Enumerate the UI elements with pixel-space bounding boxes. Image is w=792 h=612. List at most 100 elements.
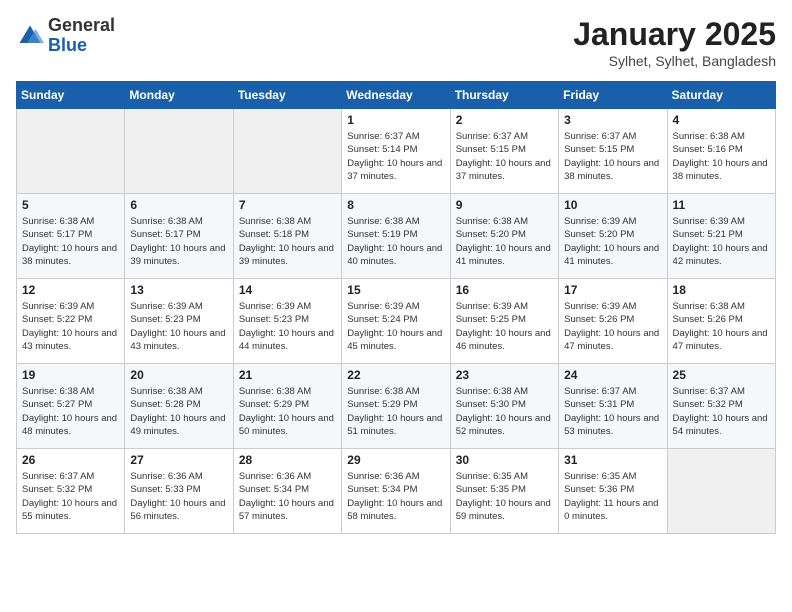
day-info: Sunrise: 6:37 AMSunset: 5:15 PMDaylight:… (564, 130, 661, 183)
location: Sylhet, Sylhet, Bangladesh (573, 53, 776, 69)
table-cell: 26Sunrise: 6:37 AMSunset: 5:32 PMDayligh… (17, 449, 125, 534)
calendar-table: Sunday Monday Tuesday Wednesday Thursday… (16, 81, 776, 534)
logo-blue: Blue (48, 35, 87, 55)
table-cell: 23 Sunrise: 6:38 AMSunset: 5:30 PMDayligh… (450, 364, 558, 449)
day-number: 4 (673, 113, 770, 127)
table-cell (17, 109, 125, 194)
logo-icon (16, 22, 44, 50)
day-number: 5 (22, 198, 119, 212)
day-info: Sunrise: 6:39 AMSunset: 5:20 PMDaylight:… (564, 215, 661, 268)
header-friday: Friday (559, 82, 667, 109)
header-saturday: Saturday (667, 82, 775, 109)
logo: General Blue (16, 16, 115, 56)
day-info: Sunrise: 6:39 AMSunset: 5:21 PMDaylight:… (673, 215, 770, 268)
table-cell: 17 Sunrise: 6:39 AMSunset: 5:26 PMDayligh… (559, 279, 667, 364)
day-info: Sunrise: 6:38 AMSunset: 5:26 PMDaylight:… (673, 300, 770, 353)
table-cell: 31Sunrise: 6:35 AMSunset: 5:36 PMDayligh… (559, 449, 667, 534)
day-info: Sunrise: 6:36 AMSunset: 5:33 PMDaylight:… (130, 470, 227, 523)
day-number: 30 (456, 453, 553, 467)
calendar-body: 1Sunrise: 6:37 AMSunset: 5:14 PMDaylight… (17, 109, 776, 534)
day-number: 18 (673, 283, 770, 297)
day-info: Sunrise: 6:35 AMSunset: 5:36 PMDaylight:… (564, 470, 661, 523)
day-info: Sunrise: 6:39 AMSunset: 5:24 PMDaylight:… (347, 300, 444, 353)
day-info: Sunrise: 6:39 AMSunset: 5:26 PMDaylight:… (564, 300, 661, 353)
day-number: 22 (347, 368, 444, 382)
day-number: 15 (347, 283, 444, 297)
title-block: January 2025 Sylhet, Sylhet, Bangladesh (573, 16, 776, 69)
header-wednesday: Wednesday (342, 82, 450, 109)
table-cell: 12 Sunrise: 6:39 AMSunset: 5:22 PMDayligh… (17, 279, 125, 364)
day-number: 24 (564, 368, 661, 382)
day-number: 28 (239, 453, 336, 467)
calendar-header: Sunday Monday Tuesday Wednesday Thursday… (17, 82, 776, 109)
day-info: Sunrise: 6:38 AMSunset: 5:30 PMDaylight:… (456, 385, 553, 438)
day-info: Sunrise: 6:38 AMSunset: 5:29 PMDaylight:… (239, 385, 336, 438)
day-info: Sunrise: 6:38 AMSunset: 5:27 PMDaylight:… (22, 385, 119, 438)
day-number: 2 (456, 113, 553, 127)
table-cell (667, 449, 775, 534)
day-number: 6 (130, 198, 227, 212)
table-cell (125, 109, 233, 194)
day-number: 13 (130, 283, 227, 297)
day-number: 20 (130, 368, 227, 382)
table-cell: 28 Sunrise: 6:36 AMSunset: 5:34 PMDayligh… (233, 449, 341, 534)
table-cell: 7 Sunrise: 6:38 AMSunset: 5:18 PMDaylight… (233, 194, 341, 279)
table-cell: 6Sunrise: 6:38 AMSunset: 5:17 PMDaylight… (125, 194, 233, 279)
table-cell: 30Sunrise: 6:35 AMSunset: 5:35 PMDayligh… (450, 449, 558, 534)
page-header: General Blue January 2025 Sylhet, Sylhet… (16, 16, 776, 69)
table-cell: 8Sunrise: 6:38 AMSunset: 5:19 PMDaylight… (342, 194, 450, 279)
day-number: 16 (456, 283, 553, 297)
day-info: Sunrise: 6:36 AMSunset: 5:34 PMDaylight:… (239, 470, 336, 523)
logo-general: General (48, 15, 115, 35)
table-cell (233, 109, 341, 194)
day-info: Sunrise: 6:37 AMSunset: 5:32 PMDaylight:… (673, 385, 770, 438)
table-cell: 9Sunrise: 6:38 AMSunset: 5:20 PMDaylight… (450, 194, 558, 279)
day-info: Sunrise: 6:39 AMSunset: 5:22 PMDaylight:… (22, 300, 119, 353)
header-monday: Monday (125, 82, 233, 109)
day-number: 7 (239, 198, 336, 212)
day-number: 23 (456, 368, 553, 382)
day-info: Sunrise: 6:38 AMSunset: 5:20 PMDaylight:… (456, 215, 553, 268)
header-tuesday: Tuesday (233, 82, 341, 109)
day-number: 27 (130, 453, 227, 467)
table-cell: 18 Sunrise: 6:38 AMSunset: 5:26 PMDayligh… (667, 279, 775, 364)
table-cell: 10 Sunrise: 6:39 AMSunset: 5:20 PMDayligh… (559, 194, 667, 279)
table-cell: 21Sunrise: 6:38 AMSunset: 5:29 PMDayligh… (233, 364, 341, 449)
table-cell: 20 Sunrise: 6:38 AMSunset: 5:28 PMDayligh… (125, 364, 233, 449)
month-title: January 2025 (573, 16, 776, 53)
day-number: 11 (673, 198, 770, 212)
table-cell: 2 Sunrise: 6:37 AMSunset: 5:15 PMDaylight… (450, 109, 558, 194)
table-cell: 24Sunrise: 6:37 AMSunset: 5:31 PMDayligh… (559, 364, 667, 449)
day-info: Sunrise: 6:37 AMSunset: 5:32 PMDaylight:… (22, 470, 119, 523)
day-number: 10 (564, 198, 661, 212)
table-cell: 27 Sunrise: 6:36 AMSunset: 5:33 PMDayligh… (125, 449, 233, 534)
logo-text: General Blue (48, 16, 115, 56)
table-cell: 29 Sunrise: 6:36 AMSunset: 5:34 PMDayligh… (342, 449, 450, 534)
table-cell: 15 Sunrise: 6:39 AMSunset: 5:24 PMDayligh… (342, 279, 450, 364)
day-info: Sunrise: 6:39 AMSunset: 5:23 PMDaylight:… (130, 300, 227, 353)
day-info: Sunrise: 6:38 AMSunset: 5:28 PMDaylight:… (130, 385, 227, 438)
day-info: Sunrise: 6:37 AMSunset: 5:14 PMDaylight:… (347, 130, 444, 183)
table-cell: 1Sunrise: 6:37 AMSunset: 5:14 PMDaylight… (342, 109, 450, 194)
table-cell: 4Sunrise: 6:38 AMSunset: 5:16 PMDaylight… (667, 109, 775, 194)
day-info: Sunrise: 6:38 AMSunset: 5:17 PMDaylight:… (22, 215, 119, 268)
table-cell: 16 Sunrise: 6:39 AMSunset: 5:25 PMDayligh… (450, 279, 558, 364)
header-sunday: Sunday (17, 82, 125, 109)
day-number: 3 (564, 113, 661, 127)
table-cell: 5 Sunrise: 6:38 AMSunset: 5:17 PMDaylight… (17, 194, 125, 279)
day-number: 25 (673, 368, 770, 382)
day-number: 19 (22, 368, 119, 382)
table-cell: 3 Sunrise: 6:37 AMSunset: 5:15 PMDaylight… (559, 109, 667, 194)
day-info: Sunrise: 6:38 AMSunset: 5:18 PMDaylight:… (239, 215, 336, 268)
day-info: Sunrise: 6:36 AMSunset: 5:34 PMDaylight:… (347, 470, 444, 523)
day-number: 29 (347, 453, 444, 467)
table-cell: 13 Sunrise: 6:39 AMSunset: 5:23 PMDayligh… (125, 279, 233, 364)
day-number: 12 (22, 283, 119, 297)
day-info: Sunrise: 6:38 AMSunset: 5:29 PMDaylight:… (347, 385, 444, 438)
day-number: 8 (347, 198, 444, 212)
day-info: Sunrise: 6:39 AMSunset: 5:25 PMDaylight:… (456, 300, 553, 353)
day-info: Sunrise: 6:37 AMSunset: 5:15 PMDaylight:… (456, 130, 553, 183)
table-cell: 11 Sunrise: 6:39 AMSunset: 5:21 PMDayligh… (667, 194, 775, 279)
table-cell: 22 Sunrise: 6:38 AMSunset: 5:29 PMDayligh… (342, 364, 450, 449)
day-number: 17 (564, 283, 661, 297)
